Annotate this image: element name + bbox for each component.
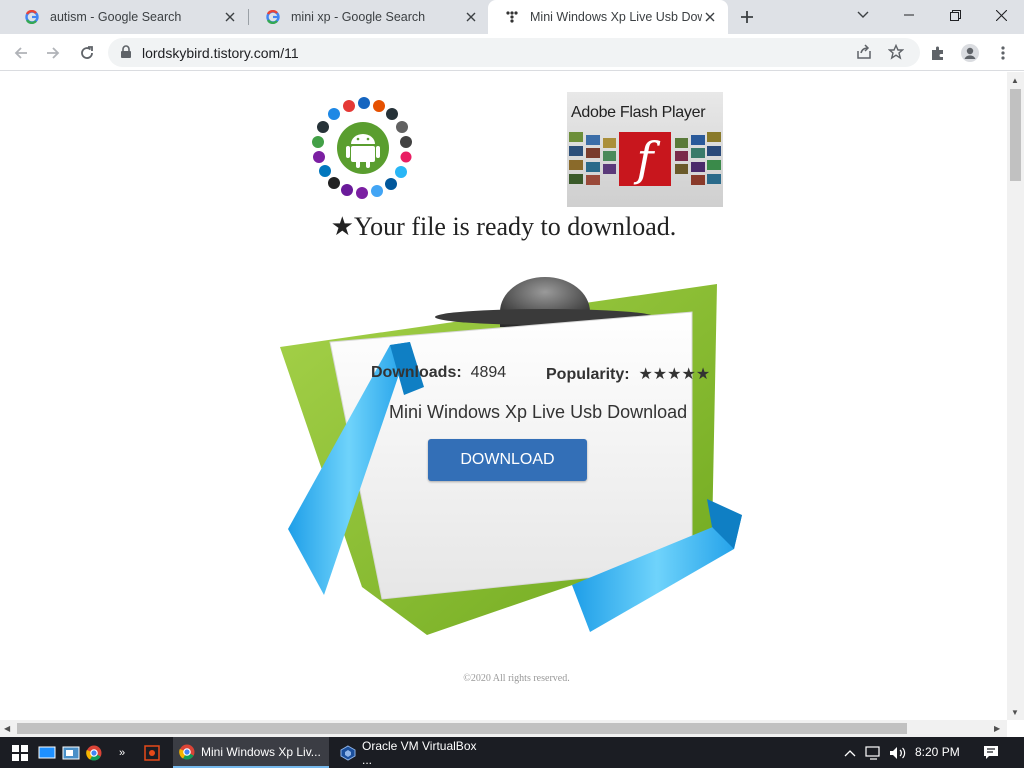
close-window-button[interactable] (978, 0, 1024, 30)
reload-button[interactable] (74, 40, 100, 66)
file-name: Mini Windows Xp Live Usb Download (389, 402, 688, 422)
tab-title: Mini Windows Xp Live Usb Download (530, 10, 702, 24)
copyright-footer: ©2020 All rights reserved. (463, 673, 570, 684)
virtualbox-icon (340, 744, 356, 761)
taskbar-app-chrome[interactable]: Mini Windows Xp Liv... (173, 737, 329, 768)
desktop-icon[interactable] (36, 737, 58, 768)
horizontal-scrollbar[interactable]: ◀ ▶ (0, 720, 1007, 737)
volume-icon[interactable] (888, 737, 908, 768)
puzzle-icon (932, 46, 943, 60)
google-g-icon (24, 9, 40, 25)
extensions-button[interactable] (925, 40, 951, 66)
kebab-menu-icon (1001, 46, 1005, 60)
lock-icon (120, 45, 132, 64)
download-button[interactable]: DOWNLOAD (428, 439, 587, 481)
forward-button[interactable] (40, 40, 66, 66)
taskbar-app-label: Mini Windows Xp Liv... (201, 744, 321, 759)
scroll-left-icon[interactable]: ◀ (4, 724, 10, 733)
taskbar-clock[interactable]: 8:20 PM (915, 745, 960, 759)
google-g-icon (265, 9, 281, 25)
taskbar-app-virtualbox[interactable]: Oracle VM VirtualBox ... (334, 737, 494, 768)
vertical-scrollbar[interactable]: ▲ ▼ (1007, 72, 1024, 720)
plus-icon (741, 11, 753, 23)
android-social-logo[interactable] (305, 96, 421, 202)
popularity-stars: ★★★★★ (638, 366, 711, 383)
downloads-stat: Downloads: 4894 (371, 364, 506, 382)
chevron-down-icon (857, 11, 869, 18)
taskbar-app-label: Oracle VM VirtualBox ... (362, 738, 477, 767)
thumbnail-strip-left (569, 132, 617, 186)
file-ready-heading: ★Your file is ready to download. (330, 212, 677, 241)
downloads-value: 4894 (470, 364, 507, 381)
close-icon (995, 9, 1007, 21)
flash-player-banner[interactable]: Adobe Flash Player f (567, 92, 723, 207)
reload-icon (81, 46, 93, 59)
new-tab-button[interactable] (736, 6, 758, 28)
avatar-icon (961, 44, 979, 62)
scroll-right-icon[interactable]: ▶ (994, 724, 1000, 733)
restore-icon (949, 9, 961, 21)
close-tab-icon[interactable] (702, 9, 718, 25)
tab-strip: autism - Google Search mini xp - Google … (0, 0, 1024, 34)
page-viewport: Adobe Flash Player f ★Your file is ready… (0, 72, 1007, 720)
address-bar[interactable]: lordskybird.tistory.com/11 (108, 38, 920, 67)
browser-toolbar: lordskybird.tistory.com/11 (0, 34, 1024, 71)
network-icon[interactable] (864, 737, 884, 768)
url-text: lordskybird.tistory.com/11 (142, 45, 299, 61)
scrollbar-thumb[interactable] (17, 723, 907, 734)
close-tab-icon[interactable] (222, 9, 238, 25)
minimize-button[interactable] (886, 0, 932, 30)
share-icon[interactable] (856, 44, 872, 65)
tab-autism-search[interactable]: autism - Google Search (8, 0, 248, 34)
show-hidden-icons-chevron-up-icon[interactable] (842, 737, 858, 768)
tab-title: mini xp - Google Search (291, 10, 426, 24)
start-button[interactable] (6, 737, 34, 768)
arrow-right-icon (47, 47, 60, 59)
more-apps-chevron-icon[interactable]: » (114, 737, 130, 768)
popularity-label: Popularity: (546, 366, 630, 383)
downloads-label: Downloads: (371, 364, 462, 381)
chrome-icon (179, 744, 195, 760)
chrome-pinned-icon[interactable] (84, 737, 104, 768)
popularity-stat: Popularity: ★★★★★ (546, 364, 710, 384)
chrome-menu-button[interactable] (990, 40, 1016, 66)
tab-mini-windows-xp[interactable]: Mini Windows Xp Live Usb Download (488, 0, 728, 34)
flash-title: Adobe Flash Player (571, 104, 706, 121)
bookmark-star-icon[interactable] (887, 43, 905, 65)
tab-search-button[interactable] (840, 0, 886, 30)
thumbnail-strip-right (673, 132, 721, 186)
notifications-icon[interactable] (980, 737, 1002, 768)
scroll-down-icon[interactable]: ▼ (1011, 708, 1019, 717)
profile-button[interactable] (957, 40, 983, 66)
minimize-icon (904, 14, 914, 16)
windows-taskbar: » Mini Windows Xp Liv... Oracle VM Virtu… (0, 737, 1024, 768)
scrollbar-thumb[interactable] (1010, 89, 1021, 181)
back-button[interactable] (8, 40, 34, 66)
flash-f-logo: f (619, 132, 671, 186)
tistory-icon (504, 9, 520, 25)
pinned-app-icon[interactable] (142, 737, 162, 768)
restore-button[interactable] (932, 0, 978, 30)
arrow-left-icon (14, 47, 27, 59)
windows-logo-icon (12, 744, 28, 761)
close-tab-icon[interactable] (463, 9, 479, 25)
tab-title: autism - Google Search (50, 10, 182, 24)
tab-mini-xp-search[interactable]: mini xp - Google Search (249, 0, 489, 34)
window-manager-icon[interactable] (60, 737, 82, 768)
scroll-up-icon[interactable]: ▲ (1011, 76, 1019, 85)
